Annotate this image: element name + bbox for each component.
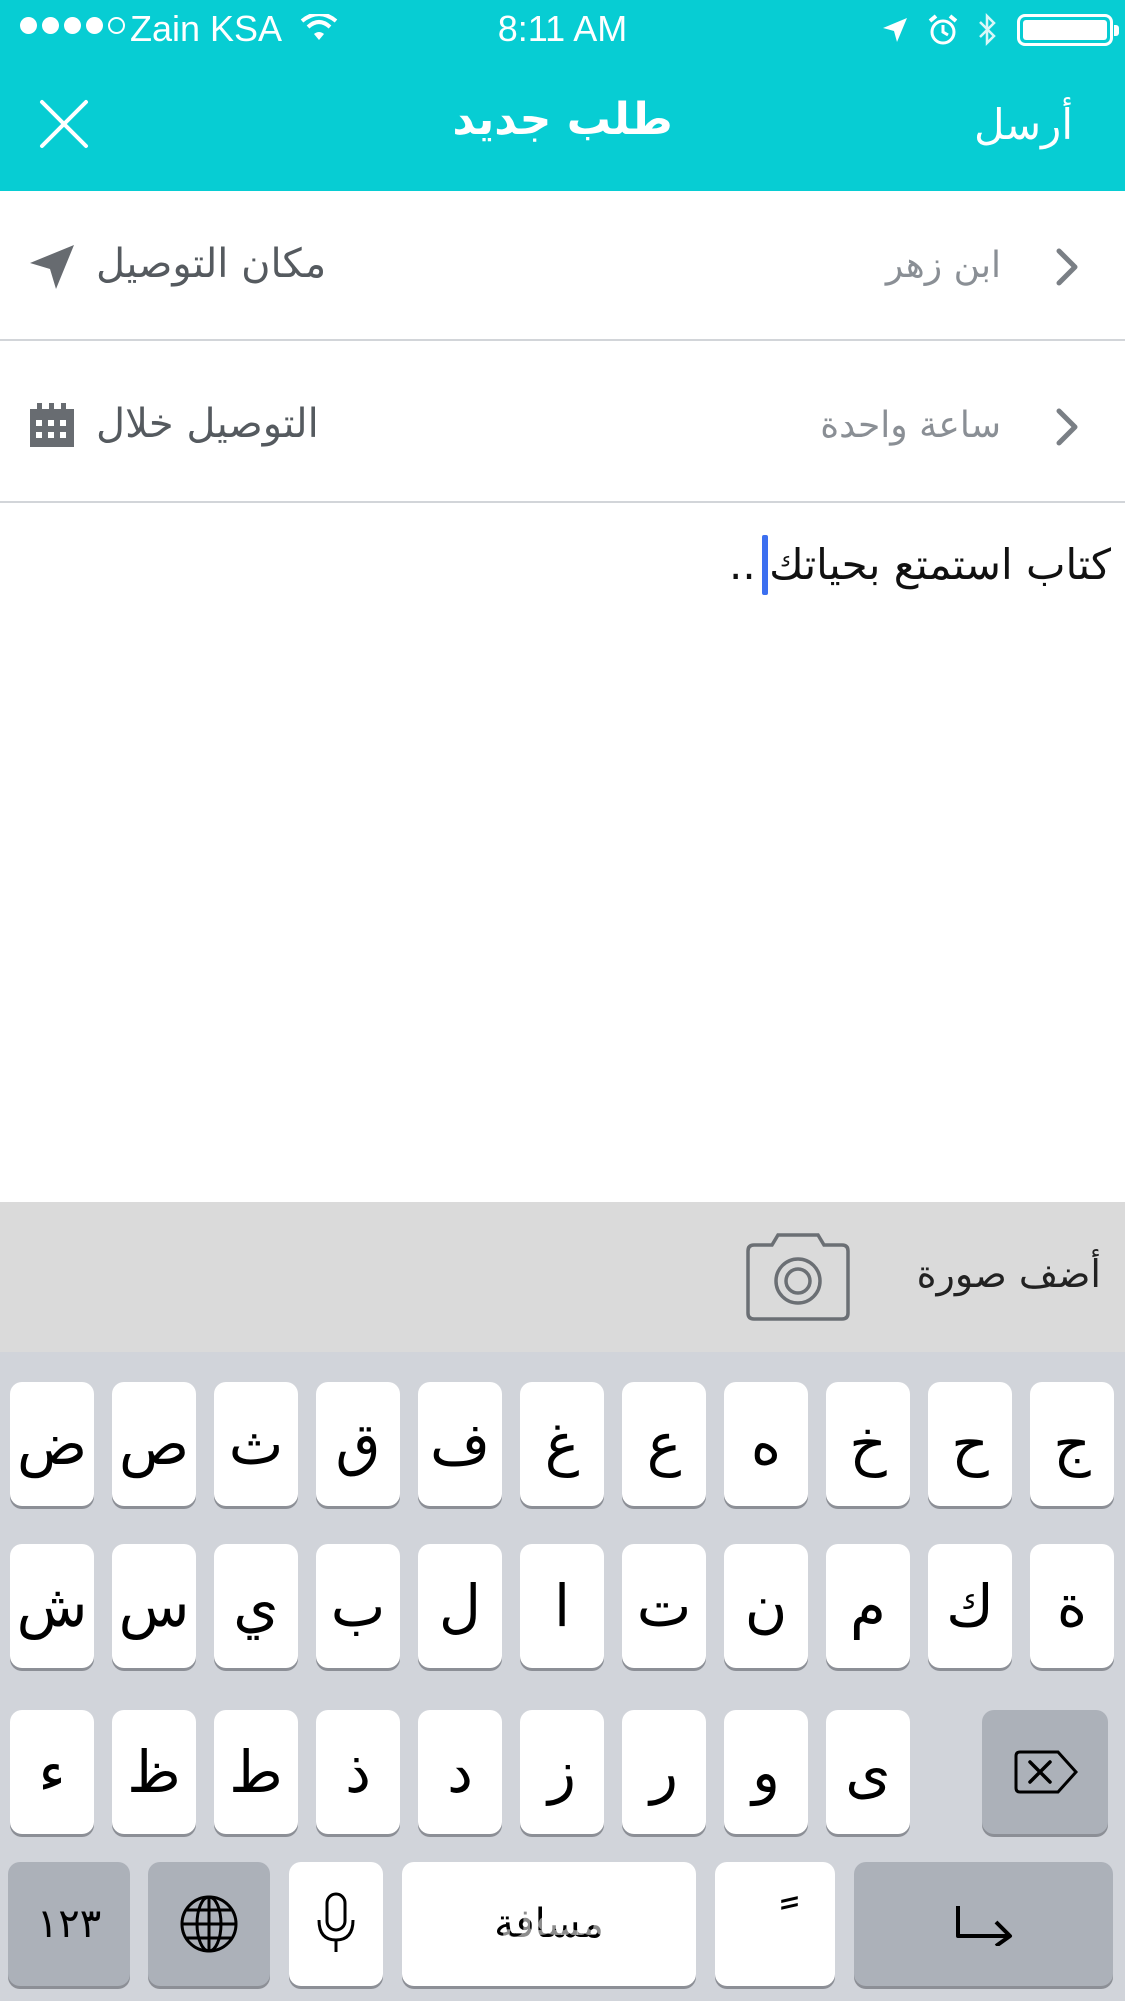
alarm-clock-icon <box>928 14 958 45</box>
delivery-time-value: ساعة واحدة <box>820 405 1001 446</box>
key-2[interactable]: ح <box>928 1382 1012 1506</box>
key-1[interactable]: ى <box>826 1710 910 1834</box>
arabic-keyboard: جحخهعغفقثصض ةكمنتالبيسش ىورزدذطظء ١٢٣ مس… <box>0 1352 1125 2001</box>
microphone-icon <box>317 1892 355 1952</box>
key-2[interactable]: ك <box>928 1544 1012 1668</box>
navigation-bar: طلب جديد أرسل <box>0 62 1125 191</box>
camera-icon[interactable] <box>744 1231 852 1323</box>
header-bar: Zain KSA 8:11 AM طلب جديد أرسل <box>0 0 1125 191</box>
bluetooth-icon <box>979 12 996 47</box>
key-5[interactable]: ع <box>622 1382 706 1506</box>
globe-key[interactable] <box>148 1862 270 1986</box>
return-arrow-icon <box>955 1906 1012 1946</box>
key-9[interactable]: ي <box>214 1544 298 1668</box>
key-11[interactable]: ض <box>10 1382 94 1506</box>
key-7[interactable]: ف <box>418 1382 502 1506</box>
key-3[interactable]: ر <box>622 1710 706 1834</box>
key-10[interactable]: س <box>112 1544 196 1668</box>
key-4[interactable]: ن <box>724 1544 808 1668</box>
key-8[interactable]: ب <box>316 1544 400 1668</box>
key-8[interactable]: ق <box>316 1382 400 1506</box>
add-photo-bar[interactable]: أضف صورة <box>0 1202 1125 1352</box>
add-photo-label[interactable]: أضف صورة <box>917 1252 1101 1296</box>
delete-key[interactable] <box>982 1710 1108 1834</box>
globe-icon <box>180 1895 238 1953</box>
key-4[interactable]: ز <box>520 1710 604 1834</box>
delete-backspace-icon <box>1014 1750 1078 1794</box>
delivery-place-row[interactable]: مكان التوصيل ابن زهر <box>0 191 1125 341</box>
send-button[interactable]: أرسل <box>974 100 1073 149</box>
battery-icon <box>1017 14 1119 46</box>
key-3[interactable]: م <box>826 1544 910 1668</box>
key-2[interactable]: و <box>724 1710 808 1834</box>
numbers-key[interactable]: ١٢٣ <box>8 1862 130 1986</box>
chevron-right-icon <box>1056 248 1078 286</box>
key-8[interactable]: ظ <box>112 1710 196 1834</box>
key-3[interactable]: خ <box>826 1382 910 1506</box>
key-6[interactable]: ا <box>520 1544 604 1668</box>
key-5[interactable]: ت <box>622 1544 706 1668</box>
key-1[interactable]: ج <box>1030 1382 1114 1506</box>
dictation-key[interactable] <box>289 1862 383 1986</box>
key-4[interactable]: ه <box>724 1382 808 1506</box>
key-10[interactable]: ص <box>112 1382 196 1506</box>
delivery-time-label: التوصيل خلال <box>96 401 319 447</box>
key-9[interactable]: ث <box>214 1382 298 1506</box>
navigation-arrow-icon <box>30 245 74 289</box>
chevron-right-icon <box>1056 408 1078 446</box>
location-arrow-icon <box>883 18 907 42</box>
page-title: طلب جديد <box>452 94 673 145</box>
status-bar: Zain KSA 8:11 AM <box>0 0 1125 62</box>
key-9[interactable]: ء <box>10 1710 94 1834</box>
delivery-place-label: مكان التوصيل <box>96 241 327 287</box>
space-key[interactable]: مسافة <box>402 1862 696 1986</box>
key-7[interactable]: ط <box>214 1710 298 1834</box>
delivery-time-row[interactable]: التوصيل خلال ساعة واحدة <box>0 343 1125 503</box>
delivery-place-value: ابن زهر <box>885 245 1001 286</box>
key-6[interactable]: ذ <box>316 1710 400 1834</box>
tanween-key[interactable]: ً <box>715 1862 835 1986</box>
key-5[interactable]: د <box>418 1710 502 1834</box>
return-key[interactable] <box>854 1862 1113 1986</box>
calendar-icon <box>30 403 74 447</box>
key-7[interactable]: ل <box>418 1544 502 1668</box>
order-note-text: كتاب استمتع بحياتك .. <box>729 540 1111 589</box>
key-11[interactable]: ش <box>10 1544 94 1668</box>
key-1[interactable]: ة <box>1030 1544 1114 1668</box>
key-6[interactable]: غ <box>520 1382 604 1506</box>
order-note-textarea[interactable]: كتاب استمتع بحياتك .. <box>0 505 1125 1200</box>
